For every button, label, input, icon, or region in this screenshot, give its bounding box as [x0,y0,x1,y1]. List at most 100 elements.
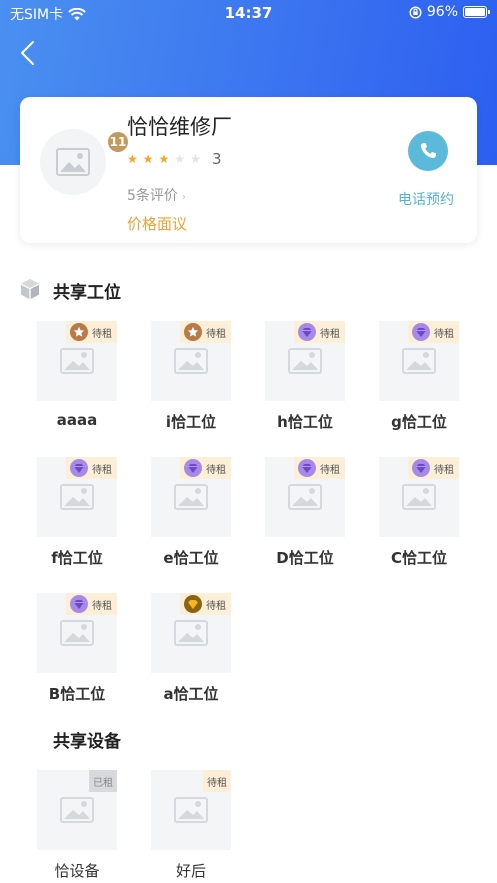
status-tag-text: 待租 [206,464,226,476]
tile-image: 待租 [151,770,231,850]
purple-diamond-icon [298,323,316,341]
status-tag-text: 待租 [92,464,112,476]
orientation-lock-icon [409,5,422,19]
tile-label: f恰工位 [51,549,103,567]
bronze-star-icon [184,323,202,341]
tile-label: 好后 [175,862,206,880]
status-tag-text: 待租 [92,328,112,340]
battery-percent: 96% [426,4,458,20]
status-tag-text: 待租 [207,777,227,789]
tile-label: g恰工位 [391,413,447,431]
purple-diamond-icon [184,459,202,477]
tile-image: 待租 [265,321,345,401]
reviews-text: 5条评价 [127,188,178,204]
workstation-tile[interactable]: 待租 D恰工位 [265,457,345,568]
star-icon: ★ [127,152,138,166]
purple-diamond-icon [70,595,88,613]
tile-image: 待租 [265,457,345,537]
image-placeholder-icon [288,348,322,374]
workstation-tile[interactable]: 待租 e恰工位 [151,457,231,568]
equipment-tile[interactable]: 已租恰设备 [37,770,117,881]
cube-icon [21,279,39,299]
image-placeholder-icon [60,797,94,823]
image-placeholder-icon [402,348,436,374]
tile-label: i恰工位 [165,413,217,431]
purple-diamond-icon [70,459,88,477]
battery-icon [463,6,490,18]
purple-diamond-icon [298,459,316,477]
rating-stars: ★ ★ ★ ★ ★ [127,153,201,165]
status-tag: 待租 [66,593,117,615]
tile-image: 待租 [151,457,231,537]
reviews-link[interactable]: 5条评价 › [127,185,186,205]
workstation-tile[interactable]: 待租 g恰工位 [379,321,459,432]
tile-image: 待租 [379,321,459,401]
star-icon: ★ [190,152,201,166]
workstation-tile[interactable]: 待租 a恰工位 [151,593,231,704]
status-tag-text: 待租 [92,600,112,612]
workstation-tile[interactable]: 待租 aaaa [37,321,117,429]
status-tag-text: 已租 [93,777,113,789]
status-tag-text: 待租 [206,328,226,340]
status-tag-text: 待租 [434,328,454,340]
tile-label: e恰工位 [163,549,219,567]
image-placeholder-icon [174,797,208,823]
back-button[interactable] [14,38,44,68]
purple-diamond-icon [412,323,430,341]
image-placeholder-icon [56,148,90,176]
phone-button[interactable] [408,131,448,171]
shop-card: 11 恰恰维修厂 ★ ★ ★ ★ ★ 3 5条评价 › 价格面议 电话预约 [20,97,477,243]
tile-label: 恰设备 [54,862,100,880]
star-icon: ★ [142,152,154,166]
status-tag: 待租 [180,593,231,615]
status-tag: 待租 [180,457,231,479]
workstation-tile[interactable]: 待租 h恰工位 [265,321,345,432]
tile-image: 待租 [379,457,459,537]
purple-diamond-icon [412,459,430,477]
section-title-equipment: 共享设备 [53,732,121,752]
phone-booking-button[interactable]: 电话预约 [398,189,454,209]
tile-label: a恰工位 [163,685,219,703]
rating-number: 3 [212,150,222,168]
price-text: 价格面议 [127,215,188,233]
image-placeholder-icon [60,620,94,646]
chevron-right-icon: › [181,192,186,203]
image-placeholder-icon [288,484,322,510]
tile-label: B恰工位 [48,685,106,703]
status-tag: 待租 [294,457,345,479]
image-placeholder-icon [60,348,94,374]
workstation-tile[interactable]: 待租 f恰工位 [37,457,117,568]
workstation-tile[interactable]: 待租 C恰工位 [379,457,459,568]
status-tag-text: 待租 [434,464,454,476]
status-tag-text: 待租 [320,464,340,476]
status-tag: 待租 [408,321,459,343]
shop-name: 恰恰维修厂 [127,115,232,139]
status-tag: 已租 [89,770,117,792]
star-icon: ★ [158,152,170,166]
image-placeholder-icon [174,348,208,374]
tile-label: C恰工位 [390,549,447,567]
status-tag: 待租 [66,457,117,479]
phone-icon [420,143,436,159]
tile-image: 待租 [37,321,117,401]
status-tag: 待租 [294,321,345,343]
status-tag-text: 待租 [206,600,226,612]
gold-diamond-icon [184,595,202,613]
equipment-tile[interactable]: 待租好后 [151,770,231,881]
tile-label: aaaa [56,411,98,429]
star-icon: ★ [174,152,186,166]
section-title-workstations: 共享工位 [53,283,121,303]
status-tag: 待租 [66,321,117,343]
status-tag-text: 待租 [320,328,340,340]
tile-image: 待租 [151,593,231,673]
workstation-tile[interactable]: 待租 B恰工位 [37,593,117,704]
image-placeholder-icon [60,484,94,510]
chevron-left-icon [21,41,34,65]
level-badge: 11 [108,132,128,152]
status-tag: 待租 [180,321,231,343]
image-placeholder-icon [402,484,436,510]
tile-image: 待租 [37,457,117,537]
image-placeholder-icon [174,620,208,646]
workstation-tile[interactable]: 待租 i恰工位 [151,321,231,432]
status-bar: 无SIM卡 14:37 96% [0,0,497,26]
